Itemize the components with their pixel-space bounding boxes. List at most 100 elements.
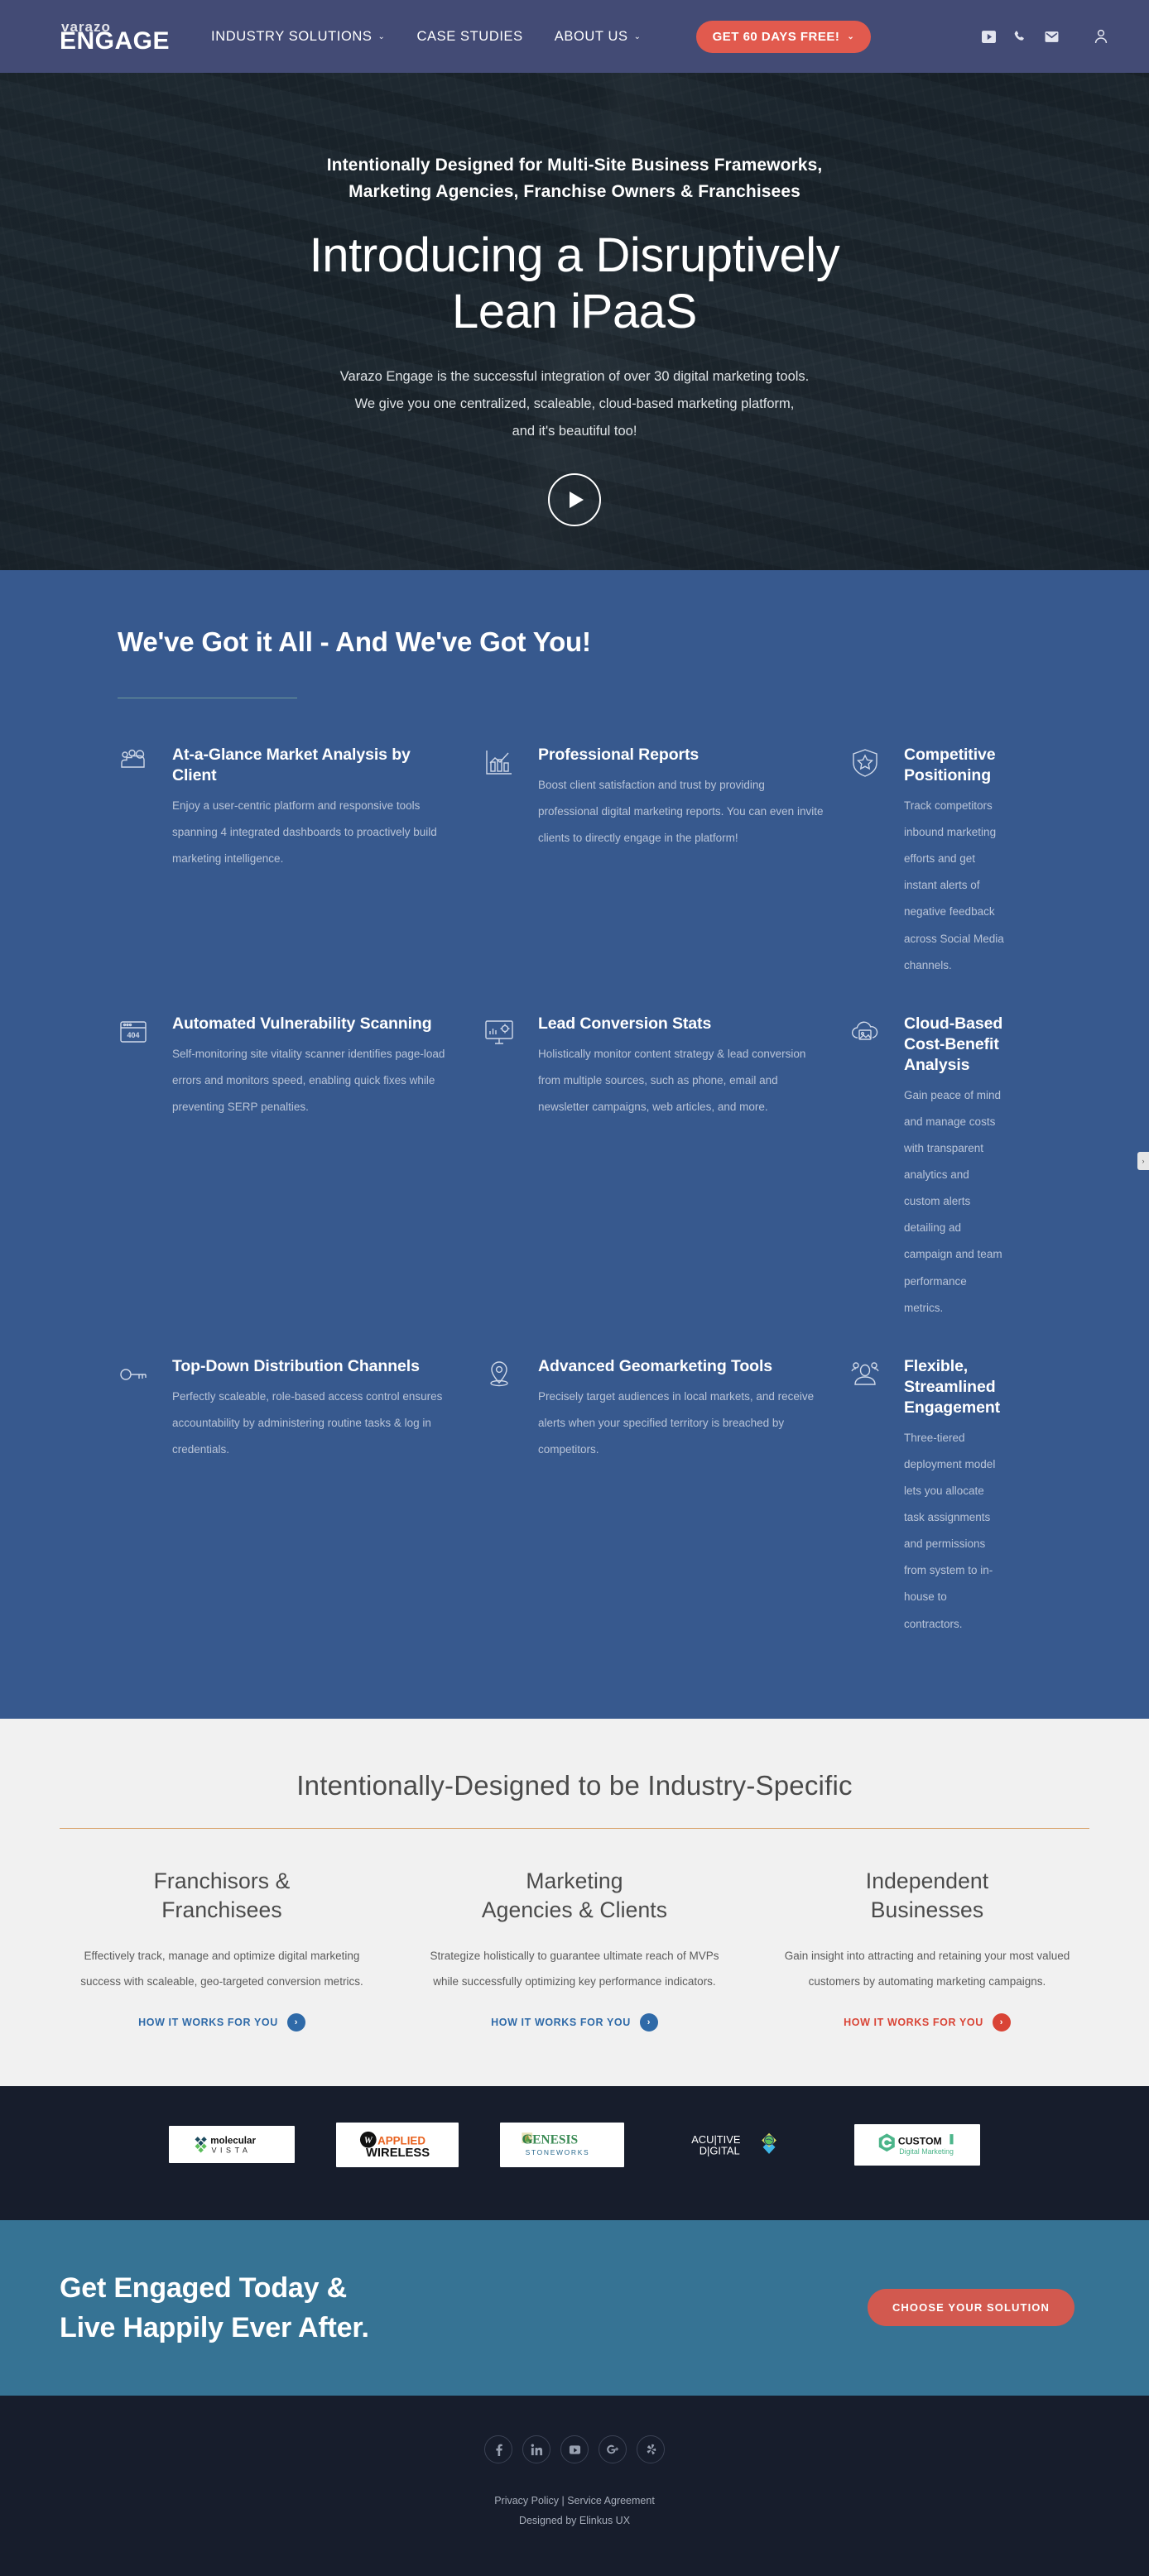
cta-band: Get Engaged Today & Live Happily Ever Af…: [0, 2219, 1149, 2396]
industry-heading-line-1: Independent: [865, 1868, 989, 1893]
cta-heading-line-2: Live Happily Ever After.: [60, 2311, 369, 2343]
industry-grid: Franchisors & Franchisees Effectively tr…: [0, 1867, 1149, 2032]
choose-your-solution-button[interactable]: CHOOSE YOUR SOLUTION: [867, 2289, 1074, 2327]
industry-heading-line-2: Franchisees: [161, 1897, 282, 1923]
facebook-icon[interactable]: [484, 2435, 512, 2464]
industry-heading: Franchisors & Franchisees: [68, 1867, 376, 1926]
nav-links: INDUSTRY SOLUTIONS ⌄ CASE STUDIES ABOUT …: [211, 20, 872, 53]
features-section: We've Got it All - And We've Got You! At…: [0, 570, 1149, 1719]
nav-item-industry-solutions[interactable]: INDUSTRY SOLUTIONS ⌄: [211, 29, 385, 45]
svg-text:404: 404: [127, 1031, 139, 1039]
svg-text:W: W: [364, 2136, 373, 2146]
industry-heading-line-2: Businesses: [870, 1897, 984, 1923]
feature-text: Enjoy a user-centric platform and respon…: [172, 799, 437, 866]
phone-icon[interactable]: [1012, 28, 1028, 45]
svg-text:G: G: [522, 2131, 532, 2147]
how-it-works-label: HOW IT WORKS FOR YOU: [491, 2016, 631, 2028]
hero-section: Intentionally Designed for Multi-Site Bu…: [0, 73, 1149, 570]
industry-text: Strategize holistically to guarantee ult…: [430, 1950, 719, 1988]
industry-title: Intentionally-Designed to be Industry-Sp…: [296, 1769, 853, 1801]
feature-text: Three-tiered deployment model lets you a…: [904, 1431, 996, 1630]
hero-title-line-2: Lean iPaaS: [452, 285, 697, 339]
scroll-tab-handle[interactable]: ›: [1137, 1152, 1149, 1170]
get-60-days-free-button[interactable]: GET 60 DAYS FREE! ⌄: [695, 20, 872, 53]
feature-heading: Cloud-Based Cost-Benefit Analysis: [904, 1014, 1003, 1074]
svg-text:molecular: molecular: [210, 2136, 256, 2147]
people-group-icon: [118, 745, 156, 979]
client-logos-section: molecular VISTA W APPLIED WIRELESS G ENE…: [0, 2085, 1149, 2220]
feature-heading: Professional Reports: [538, 746, 699, 764]
svg-text:ENESIS: ENESIS: [532, 2132, 578, 2147]
hero-sub-line-3: and it's beautiful too!: [512, 423, 637, 439]
privacy-policy-link[interactable]: Privacy Policy: [494, 2495, 559, 2506]
industry-text: Effectively track, manage and optimize d…: [80, 1950, 363, 1988]
how-it-works-link[interactable]: HOW IT WORKS FOR YOU ›: [138, 2012, 305, 2032]
feature-heading: Flexible, Streamlined Engagement: [904, 1356, 1001, 1417]
hero-subtitle: Varazo Engage is the successful integrat…: [0, 363, 1149, 445]
cloud-image-icon: [849, 1014, 887, 1322]
nav-item-about-us[interactable]: ABOUT US ⌄: [555, 29, 642, 45]
social-links: [0, 2435, 1149, 2464]
youtube-icon[interactable]: [980, 28, 997, 45]
hero-eyebrow-line-2: Marketing Agencies, Franchise Owners & F…: [349, 181, 800, 201]
chevron-down-icon: ⌄: [377, 31, 386, 41]
feature-heading: At-a-Glance Market Analysis by Client: [172, 746, 411, 784]
feature-card: 404 Automated Vulnerability Scanning Sel…: [118, 1000, 483, 1343]
svg-text:ACU|TIVE: ACU|TIVE: [691, 2133, 741, 2146]
industry-column-franchisors: Franchisors & Franchisees Effectively tr…: [50, 1867, 394, 2032]
feature-heading: Advanced Geomarketing Tools: [538, 1356, 773, 1375]
applied-wireless-logo: W APPLIED WIRELESS: [336, 2122, 459, 2167]
play-video-button[interactable]: [548, 473, 601, 526]
site-logo[interactable]: varazo ENGAGE: [60, 20, 170, 54]
play-icon: [570, 491, 584, 508]
site-footer: Privacy Policy | Service Agreement Desig…: [0, 2396, 1149, 2576]
genesis-stoneworks-logo: G ENESIS STONEWORKS: [500, 2122, 624, 2167]
bar-chart-icon: [483, 745, 522, 979]
how-it-works-link[interactable]: HOW IT WORKS FOR YOU ›: [491, 2012, 658, 2032]
nav-item-case-studies[interactable]: CASE STUDIES: [417, 29, 523, 45]
industry-heading-line-1: Marketing: [526, 1868, 623, 1893]
feature-text: Gain peace of mind and manage costs with…: [904, 1088, 1002, 1314]
acuitive-digital-logo: ACU|TIVE D|GITAL: [666, 2124, 813, 2166]
nav-item-label: CASE STUDIES: [416, 28, 523, 44]
feature-card: Competitive Positioning Track competitor…: [849, 732, 1031, 1000]
youtube-icon[interactable]: [560, 2435, 589, 2464]
feature-card: Flexible, Streamlined Engagement Three-t…: [849, 1343, 1031, 1659]
industry-heading: Independent Businesses: [773, 1867, 1081, 1926]
molecular-vista-logo: molecular VISTA: [169, 2126, 295, 2164]
feature-text: Holistically monitor content strategy & …: [538, 1047, 806, 1113]
chevron-down-icon: ⌄: [847, 31, 855, 41]
svg-text:D|GITAL: D|GITAL: [699, 2144, 740, 2156]
mail-icon[interactable]: [1043, 28, 1060, 45]
hero-title-line-1: Introducing a Disruptively: [309, 228, 840, 282]
industry-heading-line-1: Franchisors &: [153, 1868, 291, 1893]
chevron-right-icon: ›: [992, 2012, 1011, 2032]
how-it-works-link[interactable]: HOW IT WORKS FOR YOU ›: [844, 2012, 1011, 2032]
industry-column-marketing-agencies: Marketing Agencies & Clients Strategize …: [402, 1867, 747, 2032]
svg-text:APPLIED: APPLIED: [377, 2134, 425, 2147]
feature-card: Top-Down Distribution Channels Perfectly…: [118, 1343, 483, 1659]
svg-text:STONEWORKS: STONEWORKS: [526, 2148, 590, 2156]
industry-section: Intentionally-Designed to be Industry-Sp…: [0, 1718, 1149, 2086]
yelp-icon[interactable]: [637, 2435, 665, 2464]
feature-text: Precisely target audiences in local mark…: [538, 1389, 815, 1456]
service-agreement-link[interactable]: Service Agreement: [567, 2495, 655, 2506]
how-it-works-label: HOW IT WORKS FOR YOU: [844, 2016, 983, 2028]
industry-divider: [60, 1827, 1089, 1829]
industry-text: Gain insight into attracting and retaini…: [784, 1950, 1070, 1988]
linkedin-icon[interactable]: [522, 2435, 550, 2464]
user-icon[interactable]: [1093, 28, 1109, 45]
nav-item-label: ABOUT US: [554, 28, 628, 44]
chevron-right-icon: ›: [286, 2012, 305, 2032]
logo-top-text: varazo: [61, 18, 111, 35]
feature-heading: Top-Down Distribution Channels: [172, 1356, 420, 1375]
features-grid: At-a-Glance Market Analysis by Client En…: [118, 732, 1031, 1659]
nav-utility-icons: [980, 28, 1109, 45]
feature-text: Self-monitoring site vitality scanner id…: [172, 1047, 445, 1113]
feature-card: Advanced Geomarketing Tools Precisely ta…: [483, 1343, 849, 1659]
feature-heading: Lead Conversion Stats: [538, 1014, 712, 1033]
feature-text: Perfectly scaleable, role-based access c…: [172, 1389, 443, 1456]
feature-text: Boost client satisfaction and trust by p…: [538, 778, 824, 845]
hero-title: Introducing a Disruptively Lean iPaaS: [0, 228, 1149, 341]
google-plus-icon[interactable]: [599, 2435, 627, 2464]
